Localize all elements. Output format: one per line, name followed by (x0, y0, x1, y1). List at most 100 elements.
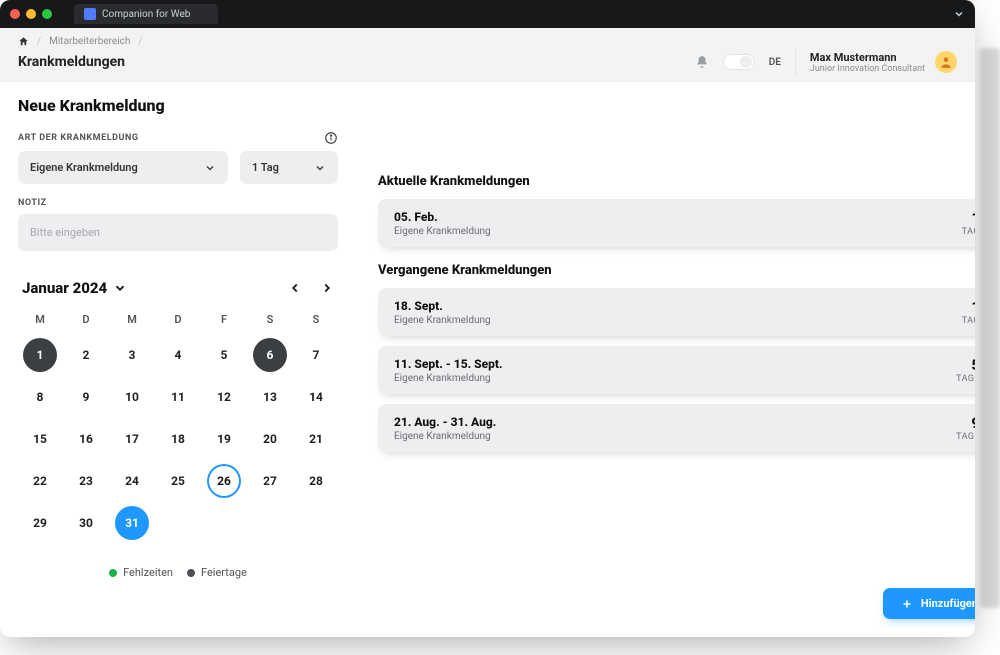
calendar-day[interactable]: 16 (69, 422, 103, 456)
calendar-month-picker[interactable]: Januar 2024 (22, 279, 127, 297)
entry-type: Eigene Krankmeldung (394, 373, 503, 384)
calendar-day[interactable]: 31 (115, 506, 149, 540)
calendar-dow: S (248, 313, 292, 332)
entry-count: 5 (956, 356, 975, 374)
sick-entry-card[interactable]: 21. Aug. - 31. Aug.Eigene Krankmeldung9T… (378, 404, 975, 452)
entry-unit: TAGE (956, 432, 975, 442)
type-label: ART DER KRANKMELDUNG (18, 133, 139, 143)
language-switch[interactable]: DE (769, 57, 781, 68)
calendar-day[interactable]: 4 (161, 338, 195, 372)
calendar-day[interactable]: 25 (161, 464, 195, 498)
calendar-dow: F (202, 313, 246, 332)
calendar-day[interactable]: 5 (207, 338, 241, 372)
entry-count: 9 (956, 414, 975, 432)
calendar-dow: M (110, 313, 154, 332)
user-menu[interactable]: Max Mustermann Junior Innovation Consult… (810, 51, 957, 74)
legend-absences: Fehlzeiten (109, 566, 173, 579)
browser-title-bar: Companion for Web (0, 0, 975, 28)
calendar-day[interactable]: 10 (115, 380, 149, 414)
sick-type-value: Eigene Krankmeldung (30, 161, 138, 174)
window-controls[interactable] (10, 9, 52, 19)
calendar-prev[interactable] (288, 281, 302, 295)
entry-type: Eigene Krankmeldung (394, 431, 496, 442)
note-label: NOTIZ (18, 198, 47, 208)
calendar-day[interactable]: 22 (23, 464, 57, 498)
chevron-down-icon[interactable] (953, 8, 965, 20)
minimize-window-icon[interactable] (26, 9, 36, 19)
legend-holidays: Feiertage (187, 566, 247, 579)
calendar-day[interactable]: 14 (299, 380, 333, 414)
tab-title: Companion for Web (102, 9, 190, 20)
breadcrumb: / Mitarbeiterbereich / (18, 36, 957, 47)
entry-count: 1 (962, 209, 975, 227)
entry-date: 05. Feb. (394, 210, 491, 224)
divider (795, 49, 796, 75)
calendar-day[interactable]: 2 (69, 338, 103, 372)
entry-count: 1 (962, 298, 975, 316)
current-list-title: Aktuelle Krankmeldungen (378, 174, 975, 189)
entry-unit: TAGE (956, 374, 975, 384)
home-icon[interactable] (18, 36, 29, 47)
browser-window: Companion for Web / Mitarbeiterbereich /… (0, 0, 975, 637)
calendar-day[interactable]: 19 (207, 422, 241, 456)
calendar-day[interactable]: 6 (253, 338, 287, 372)
avatar[interactable] (935, 51, 957, 73)
plus-icon (901, 598, 913, 610)
sick-entry-card[interactable]: 11. Sept. - 15. Sept. Eigene Krankmeldung… (378, 346, 975, 394)
add-button-label: Hinzufügen (921, 597, 975, 610)
calendar-day[interactable]: 23 (69, 464, 103, 498)
sick-entry-card[interactable]: 05. Feb.Eigene Krankmeldung1TAG (378, 199, 975, 247)
sick-type-select[interactable]: Eigene Krankmeldung (18, 151, 228, 184)
bell-icon[interactable] (695, 55, 709, 69)
entry-unit: TAG (962, 227, 975, 237)
calendar-day[interactable]: 20 (253, 422, 287, 456)
chevron-down-icon (113, 281, 127, 295)
duration-select[interactable]: 1 Tag (240, 151, 338, 184)
calendar-day[interactable]: 26 (207, 464, 241, 498)
calendar-dow: S (294, 313, 338, 332)
calendar-day[interactable]: 1 (23, 338, 57, 372)
calendar-day[interactable]: 15 (23, 422, 57, 456)
app-header: / Mitarbeiterbereich / Krankmeldungen DE… (0, 28, 975, 82)
entry-date: 11. Sept. - 15. Sept. (394, 357, 503, 371)
calendar-day[interactable]: 11 (161, 380, 195, 414)
calendar-day[interactable]: 21 (299, 422, 333, 456)
note-input[interactable] (18, 214, 338, 251)
browser-tab[interactable]: Companion for Web (74, 4, 218, 24)
entry-unit: TAG (962, 316, 975, 326)
duration-value: 1 Tag (252, 161, 279, 174)
theme-toggle[interactable] (723, 54, 755, 70)
calendar-dow: D (156, 313, 200, 332)
calendar-day[interactable]: 7 (299, 338, 333, 372)
calendar-day[interactable]: 17 (115, 422, 149, 456)
info-icon[interactable] (324, 131, 338, 145)
calendar-day[interactable]: 28 (299, 464, 333, 498)
add-button[interactable]: Hinzufügen (883, 588, 975, 619)
calendar-day[interactable]: 27 (253, 464, 287, 498)
calendar-dow: D (64, 313, 108, 332)
calendar-next[interactable] (320, 281, 334, 295)
sick-entry-card[interactable]: 18. Sept.Eigene Krankmeldung1TAG (378, 288, 975, 336)
calendar-day[interactable]: 24 (115, 464, 149, 498)
user-name: Max Mustermann (810, 51, 925, 64)
calendar-day[interactable]: 18 (161, 422, 195, 456)
calendar-dow: M (18, 313, 62, 332)
calendar-day[interactable]: 29 (23, 506, 57, 540)
calendar-month-label: Januar 2024 (22, 279, 107, 297)
decorative-shadow (980, 48, 1000, 608)
user-role: Junior Innovation Consultant (810, 64, 925, 74)
breadcrumb-sep: / (37, 36, 41, 47)
breadcrumb-area[interactable]: Mitarbeiterbereich (49, 36, 130, 47)
past-list-title: Vergangene Krankmeldungen (378, 263, 975, 278)
close-window-icon[interactable] (10, 9, 20, 19)
chevron-down-icon (314, 162, 326, 174)
section-title: Neue Krankmeldung (18, 96, 338, 115)
calendar-day[interactable]: 30 (69, 506, 103, 540)
calendar-day[interactable]: 8 (23, 380, 57, 414)
calendar-day[interactable]: 9 (69, 380, 103, 414)
chevron-down-icon (204, 162, 216, 174)
calendar-day[interactable]: 3 (115, 338, 149, 372)
calendar-day[interactable]: 13 (253, 380, 287, 414)
maximize-window-icon[interactable] (42, 9, 52, 19)
calendar-day[interactable]: 12 (207, 380, 241, 414)
